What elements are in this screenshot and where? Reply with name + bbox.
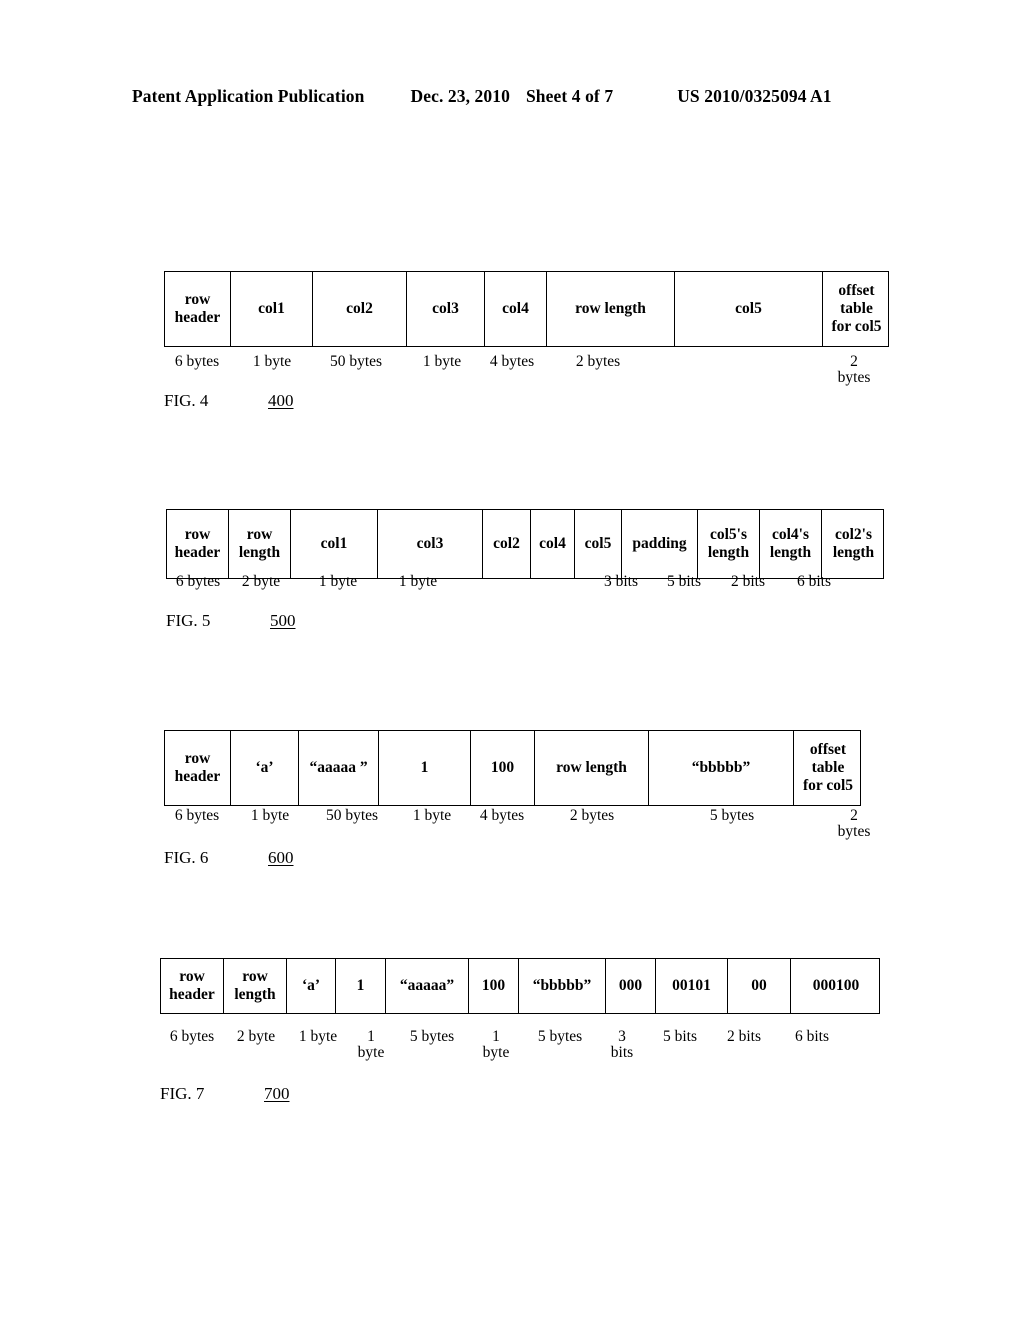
size-label: 6 bytes bbox=[169, 1028, 215, 1045]
size-label: 2 bits bbox=[726, 1028, 762, 1045]
fig6-table: row header ‘a’ “aaaaa ” 1 100 row length “bbbb… bbox=[164, 730, 861, 806]
size-label: 4 bytes bbox=[489, 353, 535, 370]
size-label: 5 bytes bbox=[709, 807, 755, 824]
table-cell: col2 bbox=[313, 272, 407, 346]
size-label: 2 bits bbox=[730, 573, 766, 590]
table-cell: 000 bbox=[606, 959, 656, 1013]
size-label: 5 bytes bbox=[537, 1028, 583, 1045]
fig7-caption: FIG. 7 700 bbox=[160, 1084, 880, 1110]
table-cell: 00101 bbox=[656, 959, 728, 1013]
table-cell: 00 bbox=[728, 959, 791, 1013]
figure-label: FIG. 5 bbox=[166, 611, 211, 630]
table-cell: row length bbox=[547, 272, 675, 346]
table-cell: offset table for col5 bbox=[802, 741, 854, 794]
table-cell: row length bbox=[229, 510, 291, 578]
size-label: 6 bytes bbox=[175, 573, 221, 590]
size-label: 5 bits bbox=[662, 1028, 698, 1045]
size-label: 2 bytes bbox=[569, 807, 615, 824]
table-cell: 100 bbox=[471, 731, 535, 805]
size-label: 3 bits bbox=[610, 1028, 634, 1062]
table-cell: padding bbox=[622, 510, 698, 578]
size-label: 50 bytes bbox=[325, 807, 379, 824]
fig4-caption: FIG. 4 400 bbox=[164, 391, 889, 417]
size-label: 50 bytes bbox=[329, 353, 383, 370]
size-label: 2 bytes bbox=[837, 807, 871, 841]
size-label: 5 bits bbox=[666, 573, 702, 590]
fig6-caption: FIG. 6 600 bbox=[164, 848, 861, 874]
publication-label: Patent Application Publication bbox=[132, 86, 365, 106]
table-cell: “aaaaa ” bbox=[299, 731, 379, 805]
table-cell: 100 bbox=[469, 959, 519, 1013]
table-cell: col2 bbox=[483, 510, 531, 578]
figure-label: FIG. 6 bbox=[164, 848, 209, 867]
table-cell: 000100 bbox=[812, 977, 860, 995]
fig5-caption: FIG. 5 500 bbox=[166, 611, 884, 637]
table-cell: ‘a’ bbox=[287, 959, 336, 1013]
size-label: 1 byte bbox=[398, 573, 438, 590]
size-label: 1 byte bbox=[250, 807, 290, 824]
table-cell: col4's length bbox=[760, 510, 822, 578]
size-label: 6 bytes bbox=[174, 353, 220, 370]
table-cell: col4 bbox=[485, 272, 547, 346]
table-cell: “aaaaa” bbox=[386, 959, 469, 1013]
table-cell: “bbbbb” bbox=[649, 731, 794, 805]
size-label: 1 byte bbox=[422, 353, 462, 370]
size-label: 1 byte bbox=[318, 573, 358, 590]
size-label: 2 byte bbox=[236, 1028, 276, 1045]
figure-label: FIG. 4 bbox=[164, 391, 209, 410]
figure-reference-number: 700 bbox=[264, 1084, 290, 1103]
size-label: 1 byte bbox=[357, 1028, 385, 1062]
figure-reference-number: 400 bbox=[268, 391, 294, 410]
table-cell: col2's length bbox=[832, 526, 875, 561]
fig4-table: row header col1 col2 col3 col4 row length col5… bbox=[164, 271, 889, 347]
table-cell: ‘a’ bbox=[231, 731, 299, 805]
size-label: 6 bits bbox=[796, 573, 832, 590]
page-header: Patent Application Publication Dec. 23, … bbox=[132, 86, 892, 107]
size-label: 6 bits bbox=[794, 1028, 830, 1045]
size-label: 5 bytes bbox=[409, 1028, 455, 1045]
table-cell: row header bbox=[161, 959, 224, 1013]
table-cell: col3 bbox=[407, 272, 485, 346]
size-label: 2 bytes bbox=[837, 353, 871, 387]
table-cell: row header bbox=[165, 272, 231, 346]
fig4-size-labels: 6 bytes 1 byte 50 bytes 1 byte 4 bytes 2 byte… bbox=[164, 353, 889, 394]
size-label: 1 byte bbox=[298, 1028, 338, 1045]
size-label: 1 byte bbox=[482, 1028, 510, 1062]
figure-reference-number: 600 bbox=[268, 848, 294, 867]
table-cell: 1 bbox=[336, 959, 386, 1013]
table-cell: col5's length bbox=[698, 510, 760, 578]
size-label: 2 bytes bbox=[575, 353, 621, 370]
size-label: 4 bytes bbox=[479, 807, 525, 824]
publication-date: Dec. 23, 2010 bbox=[410, 86, 510, 106]
table-cell: row header bbox=[165, 731, 231, 805]
sheet-number: Sheet 4 of 7 bbox=[525, 86, 614, 106]
table-cell: col5 bbox=[575, 510, 622, 578]
fig5-size-labels: 6 bytes 2 byte 1 byte 1 byte 3 bits 5 bits 2 b… bbox=[166, 573, 884, 614]
table-cell: col3 bbox=[378, 510, 483, 578]
patent-number: US 2010/0325094 A1 bbox=[677, 86, 832, 106]
size-label: 1 byte bbox=[252, 353, 292, 370]
table-cell: row length bbox=[535, 731, 649, 805]
table-cell: “bbbbb” bbox=[519, 959, 606, 1013]
fig5-table: row header row length col1 col3 col2 col4 col5… bbox=[166, 509, 884, 579]
size-label: 6 bytes bbox=[174, 807, 220, 824]
table-cell: col5 bbox=[675, 272, 823, 346]
size-label: 3 bits bbox=[603, 573, 639, 590]
table-cell: row length bbox=[224, 959, 287, 1013]
size-label: 1 byte bbox=[412, 807, 452, 824]
table-cell: col1 bbox=[231, 272, 313, 346]
fig6-size-labels: 6 bytes 1 byte 50 bytes 1 byte 4 bytes 2 byte… bbox=[164, 807, 871, 848]
table-cell: 1 bbox=[379, 731, 471, 805]
size-label: 2 byte bbox=[241, 573, 281, 590]
figure-reference-number: 500 bbox=[270, 611, 296, 630]
table-cell: offset table for col5 bbox=[831, 282, 882, 335]
table-cell: row header bbox=[167, 510, 229, 578]
fig7-size-labels: 6 bytes 2 byte 1 byte 1 byte 5 bytes 1 byte 5 … bbox=[160, 1028, 880, 1069]
figure-label: FIG. 7 bbox=[160, 1084, 205, 1103]
table-cell: col1 bbox=[291, 510, 378, 578]
table-cell: col4 bbox=[531, 510, 575, 578]
fig7-table: row header row length ‘a’ 1 “aaaaa” 100 “bbbbb… bbox=[160, 958, 880, 1014]
